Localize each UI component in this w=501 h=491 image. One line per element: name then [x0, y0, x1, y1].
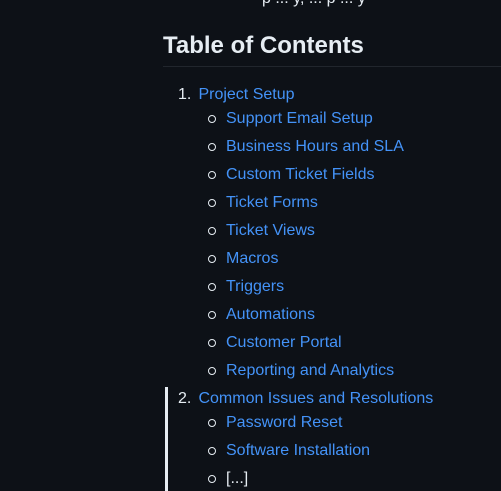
truncated-ellipsis-text: [...] [226, 470, 249, 487]
toc-link-common-issues-and-resolutions[interactable]: Common Issues and Resolutions [198, 390, 433, 407]
toc-item-ticket-forms: Ticket Forms [208, 189, 318, 217]
toc-item-custom-ticket-fields: Custom Ticket Fields [208, 161, 374, 189]
toc-link-triggers[interactable]: Triggers [226, 278, 284, 295]
circle-bullet-icon [208, 447, 216, 455]
toc-item-ellipsis: [...] [208, 465, 249, 491]
toc-item-support-email-setup: Support Email Setup [208, 105, 373, 133]
circle-bullet-icon [208, 475, 216, 483]
section-number: 2. [178, 390, 192, 407]
toc-item-macros: Macros [208, 245, 278, 273]
circle-bullet-icon [208, 115, 216, 123]
toc-link-macros[interactable]: Macros [226, 250, 278, 267]
toc-link-software-installation[interactable]: Software Installation [226, 442, 370, 459]
toc-link-customer-portal[interactable]: Customer Portal [226, 334, 342, 351]
toc-item-business-hours: Business Hours and SLA [208, 133, 404, 161]
section-number: 1. [178, 86, 192, 103]
circle-bullet-icon [208, 339, 216, 347]
circle-bullet-icon [208, 171, 216, 179]
circle-bullet-icon [208, 255, 216, 263]
toc-link-password-reset[interactable]: Password Reset [226, 414, 343, 431]
circle-bullet-icon [208, 143, 216, 151]
circle-bullet-icon [208, 227, 216, 235]
circle-bullet-icon [208, 283, 216, 291]
toc-item-customer-portal: Customer Portal [208, 329, 342, 357]
circle-bullet-icon [208, 367, 216, 375]
toc-item-triggers: Triggers [208, 273, 284, 301]
circle-bullet-icon [208, 419, 216, 427]
heading-divider [163, 66, 501, 67]
toc-link-ticket-forms[interactable]: Ticket Forms [226, 194, 318, 211]
circle-bullet-icon [208, 199, 216, 207]
toc-link-ticket-views[interactable]: Ticket Views [226, 222, 315, 239]
cut-off-paragraph-text: p ... y, ... p ... y [262, 0, 366, 9]
toc-item-password-reset: Password Reset [208, 409, 343, 437]
selection-indicator-bar [165, 387, 168, 491]
toc-link-automations[interactable]: Automations [226, 306, 315, 323]
toc-link-project-setup[interactable]: Project Setup [198, 86, 294, 103]
toc-link-reporting-and-analytics[interactable]: Reporting and Analytics [226, 362, 394, 379]
toc-item-reporting-analytics: Reporting and Analytics [208, 357, 394, 385]
toc-link-custom-ticket-fields[interactable]: Custom Ticket Fields [226, 166, 374, 183]
toc-link-support-email-setup[interactable]: Support Email Setup [226, 110, 373, 127]
toc-item-ticket-views: Ticket Views [208, 217, 315, 245]
toc-link-business-hours-and-sla[interactable]: Business Hours and SLA [226, 138, 404, 155]
toc-item-automations: Automations [208, 301, 315, 329]
page-heading: Table of Contents [163, 32, 364, 59]
circle-bullet-icon [208, 311, 216, 319]
toc-item-software-installation: Software Installation [208, 437, 370, 465]
